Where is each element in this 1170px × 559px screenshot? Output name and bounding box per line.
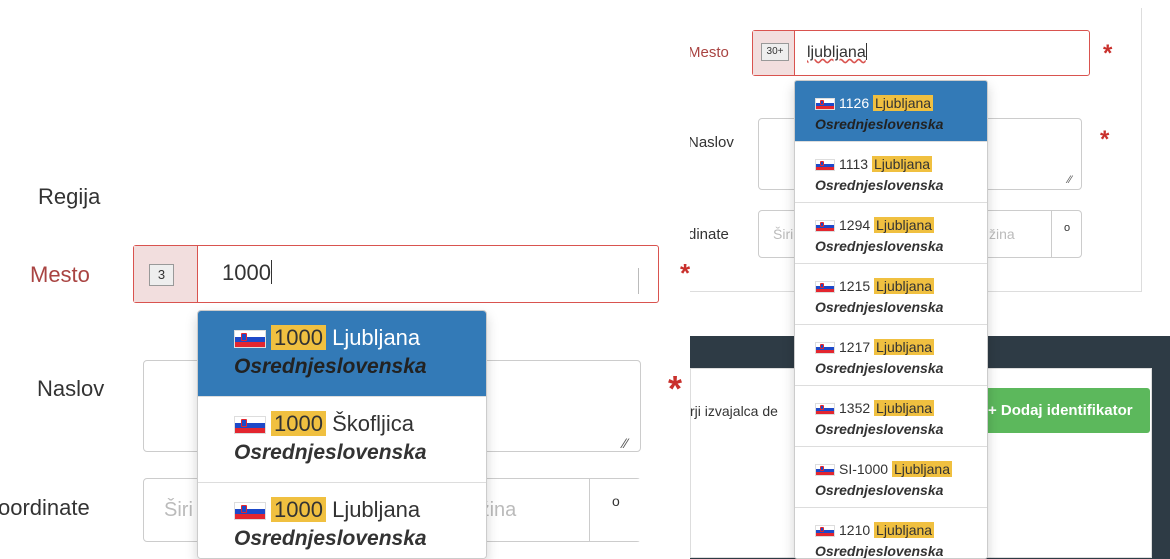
- option-region: Osrednjeslovenska: [815, 177, 944, 193]
- mesto-label: Mesto: [690, 44, 729, 61]
- slovenia-flag-icon: [234, 416, 266, 435]
- autocomplete-option[interactable]: 1000 Ljubljana Osrednjeslovenska: [198, 483, 486, 558]
- mesto-count-addon: 3: [134, 246, 198, 302]
- naslov-required-star: *: [1100, 126, 1110, 153]
- option-region: Osrednjeslovenska: [815, 299, 944, 315]
- option-city: Ljubljana: [874, 522, 935, 538]
- mesto-required-star: *: [680, 258, 690, 288]
- naslov-label: Naslov: [37, 376, 105, 401]
- text-cursor-icon: [638, 268, 646, 294]
- mesto-label: Mesto: [30, 262, 90, 287]
- koordinate-label: dinate: [690, 226, 729, 243]
- option-postal-code: 1000: [271, 411, 326, 436]
- option-postal-code: 1113: [839, 156, 869, 172]
- mesto-search-input[interactable]: 1000: [222, 260, 272, 286]
- left-form-panel: Regija Mesto 3 1000 * Naslov ⁄⁄ * oordin…: [0, 0, 690, 559]
- option-postal-code: 1000: [271, 497, 326, 522]
- option-city: Ljubljana: [874, 217, 935, 233]
- autocomplete-option[interactable]: 1217 Ljubljana Osrednjeslovenska: [795, 325, 987, 386]
- slovenia-flag-icon: [815, 98, 835, 111]
- autocomplete-option[interactable]: 1294 Ljubljana Osrednjeslovenska: [795, 203, 987, 264]
- identifiers-description: rji izvajalca de: [690, 403, 778, 419]
- mesto-search-input[interactable]: ljubljana: [807, 43, 867, 62]
- option-city: Ljubljana: [332, 497, 421, 522]
- option-city: Ljubljana: [874, 400, 935, 416]
- option-postal-code: 1126: [839, 95, 870, 111]
- degree-unit: o: [612, 493, 620, 509]
- option-postal-code: 1215: [839, 278, 871, 294]
- mesto-input-value: ljubljana: [807, 44, 866, 61]
- latitude-placeholder: Širi: [773, 226, 794, 242]
- option-postal-code: 1217: [839, 339, 871, 355]
- text-caret: [865, 43, 867, 60]
- option-region: Osrednjeslovenska: [815, 543, 944, 559]
- mesto-result-count-badge: 30+: [761, 43, 789, 61]
- slovenia-flag-icon: [815, 281, 835, 294]
- mesto-result-count-badge: 3: [149, 264, 174, 286]
- option-city: Ljubljana: [873, 95, 934, 111]
- slovenia-flag-icon: [815, 159, 835, 172]
- option-city: Ljubljana: [874, 339, 935, 355]
- option-postal-code: 1000: [271, 325, 326, 350]
- option-region: Osrednjeslovenska: [815, 421, 944, 437]
- slovenia-flag-icon: [815, 464, 835, 477]
- slovenia-flag-icon: [815, 403, 835, 416]
- autocomplete-option[interactable]: 1000 Škofljica Osrednjeslovenska: [198, 397, 486, 483]
- autocomplete-option[interactable]: 1126 Ljubljana Osrednjeslovenska: [795, 81, 987, 142]
- text-caret: [270, 260, 272, 284]
- autocomplete-option[interactable]: 1210 Ljubljana Osrednjeslovenska: [795, 508, 987, 559]
- option-city: Škofljica: [332, 411, 414, 436]
- autocomplete-option[interactable]: 1113 Ljubljana Osrednjeslovenska: [795, 142, 987, 203]
- latitude-placeholder: Širi: [164, 499, 193, 521]
- koordinate-label: oordinate: [0, 495, 90, 520]
- slovenia-flag-icon: [815, 342, 835, 355]
- naslov-required-star: *: [668, 368, 683, 409]
- autocomplete-option[interactable]: SI-1000 Ljubljana Osrednjeslovenska: [795, 447, 987, 508]
- coordinate-unit-addon: o: [589, 479, 641, 541]
- mesto-input-group[interactable]: 3 1000: [133, 245, 659, 303]
- option-city: Ljubljana: [332, 325, 421, 350]
- option-region: Osrednjeslovenska: [815, 238, 944, 254]
- option-region: Osrednjeslovenska: [234, 527, 427, 550]
- mesto-autocomplete-dropdown: 1126 Ljubljana Osrednjeslovenska 1113 Lj…: [794, 80, 988, 559]
- option-city: Ljubljana: [891, 461, 952, 477]
- coordinate-unit-addon: o: [1051, 211, 1081, 257]
- mesto-input-group[interactable]: 30+ ljubljana: [752, 30, 1090, 76]
- resize-handle-icon[interactable]: ⁄⁄: [1068, 174, 1072, 186]
- right-form-panel: rji izvajalca de + Dodaj identifikator M…: [690, 0, 1170, 559]
- autocomplete-option[interactable]: 1000 Ljubljana Osrednjeslovenska: [198, 311, 486, 397]
- option-postal-code: 1352: [839, 400, 871, 416]
- slovenia-flag-icon: [234, 502, 266, 521]
- add-identifier-button[interactable]: + Dodaj identifikator: [980, 388, 1150, 433]
- autocomplete-option[interactable]: 1352 Ljubljana Osrednjeslovenska: [795, 386, 987, 447]
- option-region: Osrednjeslovenska: [234, 441, 427, 464]
- mesto-autocomplete-dropdown: 1000 Ljubljana Osrednjeslovenska 1000 Šk…: [197, 310, 487, 559]
- option-city: Ljubljana: [871, 156, 933, 172]
- option-region: Osrednjeslovenska: [815, 116, 944, 132]
- option-postal-code: SI-1000: [839, 461, 889, 477]
- slovenia-flag-icon: [815, 525, 835, 538]
- mesto-count-addon: 30+: [753, 31, 795, 75]
- option-postal-code: 1294: [839, 217, 871, 233]
- naslov-label: Naslov: [690, 134, 734, 151]
- screenshot-composite: Regija Mesto 3 1000 * Naslov ⁄⁄ * oordin…: [0, 0, 1170, 559]
- slovenia-flag-icon: [815, 220, 835, 233]
- slovenia-flag-icon: [234, 330, 266, 349]
- longitude-placeholder: žina: [989, 226, 1015, 242]
- option-region: Osrednjeslovenska: [815, 360, 944, 376]
- regija-label: Regija: [38, 184, 101, 209]
- option-postal-code: 1210: [839, 522, 871, 538]
- option-region: Osrednjeslovenska: [234, 355, 427, 378]
- mesto-required-star: *: [1103, 40, 1113, 67]
- autocomplete-option[interactable]: 1215 Ljubljana Osrednjeslovenska: [795, 264, 987, 325]
- resize-handle-icon[interactable]: ⁄⁄: [623, 435, 628, 451]
- degree-unit: o: [1064, 222, 1071, 234]
- option-region: Osrednjeslovenska: [815, 482, 944, 498]
- mesto-input-value: 1000: [222, 260, 271, 285]
- option-city: Ljubljana: [874, 278, 935, 294]
